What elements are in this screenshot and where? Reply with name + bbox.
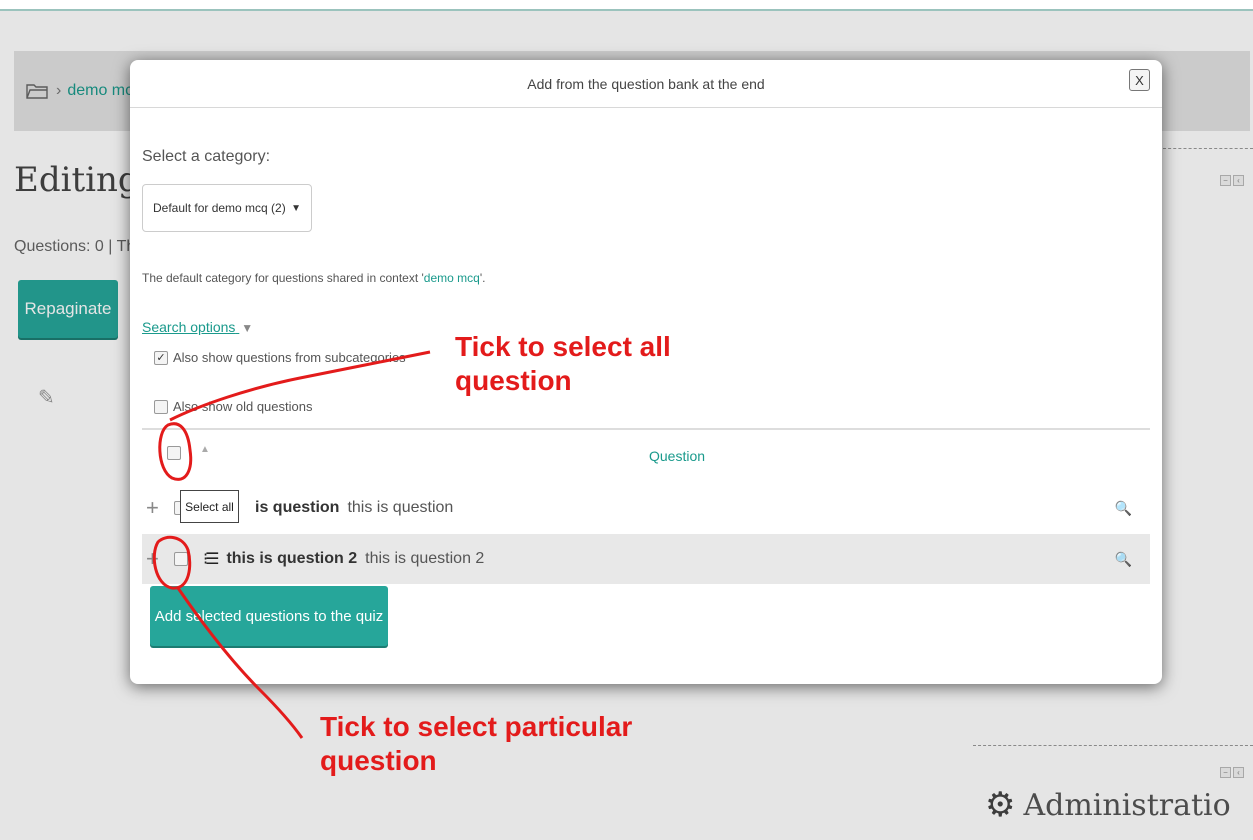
dialog-title: Add from the question bank at the end <box>527 75 765 92</box>
option-subcategories[interactable]: ✓ Also show questions from subcategories <box>154 350 406 365</box>
checkbox-checked[interactable]: ✓ <box>154 350 168 365</box>
search-options-label: Search options <box>142 319 236 335</box>
question-text: this is question 2 <box>365 550 485 567</box>
close-button[interactable]: X <box>1129 69 1150 91</box>
category-select-value: Default for demo mcq (2) <box>153 201 286 215</box>
add-selected-button[interactable]: Add selected questions to the quiz <box>150 586 388 646</box>
annotation-particular-line1: Tick to select particular <box>320 711 633 742</box>
dialog-header: Add from the question bank at the end X <box>130 60 1162 108</box>
multichoice-icon: ⁝☰ <box>203 551 220 568</box>
sort-asc-icon[interactable]: ▲ <box>200 444 210 455</box>
question-text: this is question <box>347 499 454 516</box>
annotation-select-all-line1: Tick to select all <box>455 331 671 362</box>
question-name: this is question 2 <box>226 550 358 567</box>
column-header-question[interactable]: Question <box>649 448 705 464</box>
caret-down-icon: ▼ <box>241 321 254 335</box>
chevron-down-icon: ▼ <box>291 202 301 214</box>
annotation-particular-line2: question <box>320 744 437 776</box>
table-top-border <box>142 428 1150 430</box>
select-all-tooltip: Select all <box>180 490 239 523</box>
plus-icon[interactable]: + <box>146 546 170 572</box>
category-desc-text: The default category for questions share… <box>142 271 424 285</box>
annotation-particular: Tick to select particular question <box>320 710 632 777</box>
annotation-select-all-line2: question <box>455 364 572 396</box>
top-rule <box>0 0 1253 11</box>
category-desc-link[interactable]: demo mcq <box>424 271 480 285</box>
annotation-select-all: Tick to select all question <box>455 330 671 397</box>
category-desc-end: '. <box>479 271 486 285</box>
select-all-checkbox[interactable] <box>167 446 181 460</box>
search-icon[interactable]: 🔍 <box>1115 551 1132 568</box>
option-old-questions[interactable]: Also show old questions <box>154 399 312 414</box>
question-row[interactable]: + ⁝☰ this is question 2 this is question… <box>142 534 1150 584</box>
question-row[interactable]: + is question this is question 🔍 <box>142 483 1150 533</box>
question-checkbox[interactable] <box>174 552 188 566</box>
category-select[interactable]: Default for demo mcq (2) ▼ <box>142 184 312 232</box>
checkbox-unchecked[interactable] <box>154 399 168 414</box>
question-name: is question <box>255 499 340 516</box>
category-description: The default category for questions share… <box>142 271 485 285</box>
search-icon[interactable]: 🔍 <box>1115 500 1132 517</box>
option-subcategories-label: Also show questions from subcategories <box>173 350 406 365</box>
plus-icon[interactable]: + <box>146 495 170 521</box>
option-old-questions-label: Also show old questions <box>173 399 313 414</box>
category-label: Select a category: <box>142 148 271 165</box>
search-options-toggle[interactable]: Search options ▼ <box>142 319 253 335</box>
